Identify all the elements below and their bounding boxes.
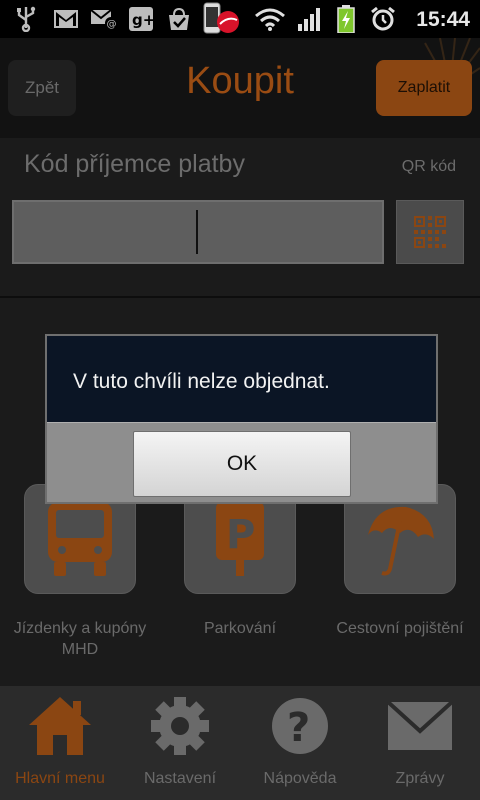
alert-dialog: V tuto chvíli nelze objednat. OK (45, 334, 438, 504)
dialog-message: V tuto chvíli nelze objednat. (73, 370, 330, 393)
dialog-message-area: V tuto chvíli nelze objednat. (47, 336, 436, 422)
dialog-actions: OK (47, 422, 436, 502)
ok-button[interactable]: OK (133, 431, 351, 497)
